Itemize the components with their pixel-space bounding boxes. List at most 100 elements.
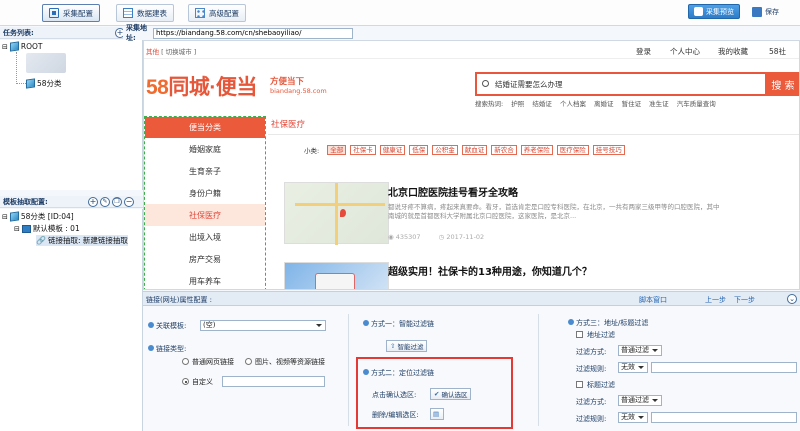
hot-word[interactable]: 暂住证 (622, 100, 642, 108)
task-tree: ⊟ ROOT 58分类 (0, 40, 143, 190)
assoc-template-select[interactable]: (空) (200, 320, 326, 331)
prev-step-link[interactable]: 上一步 (705, 295, 726, 305)
collapse-icon[interactable]: ⊟ (14, 225, 20, 233)
category-item[interactable]: 用车养车 (145, 270, 265, 289)
collapse-panel-icon[interactable]: ⌄ (787, 294, 797, 304)
tree-node-default-template[interactable]: ⊟ 默认模板 : 01 (14, 223, 80, 234)
tag-item[interactable]: 医疗保险 (556, 145, 589, 155)
smart-filter-button[interactable]: ⇧ 智能过滤 (386, 340, 428, 352)
save-button[interactable]: 保存 (752, 4, 779, 19)
bullet-icon (148, 322, 154, 328)
tree-node-58-category[interactable]: 58分类 (26, 78, 62, 89)
radio-normal-link[interactable] (182, 358, 189, 365)
radio-custom-link[interactable] (182, 378, 189, 385)
tree-node-root[interactable]: ⊟ ROOT (2, 41, 42, 52)
tree-node-category[interactable]: ⊟ 58分类 [ID:04] (2, 211, 74, 222)
article-card[interactable]: 北京口腔医院挂号看牙全攻略 都说牙疼不算病，疼起来真要命。看牙，首选肯定是口腔专… (284, 182, 794, 252)
hot-word[interactable]: 离婚证 (594, 100, 614, 108)
custom-link-input[interactable] (222, 376, 325, 387)
divider (538, 314, 539, 426)
divider (348, 314, 349, 426)
title-filter-rule-input[interactable] (651, 412, 797, 423)
data-table-button[interactable]: 数据建表 (116, 4, 174, 22)
addr-filter-checkbox[interactable] (576, 331, 583, 338)
script-window-link[interactable]: 脚本窗口 (639, 295, 667, 305)
title-filter-checkbox[interactable] (576, 381, 583, 388)
save-icon (752, 6, 762, 17)
addr-filter-method-select[interactable]: 普通过滤 (618, 345, 662, 356)
category-item[interactable]: 身份户籍 (145, 182, 265, 204)
tag-item[interactable]: 低保 (409, 145, 429, 155)
tag-item[interactable]: 挂号技巧 (592, 145, 625, 155)
subcategory-tags: 小类: 全部 社保卡 健康证 低保 公积金 献血证 新农合 养老保险 医疗保险 … (304, 145, 625, 155)
nav-favorites[interactable]: 我的收藏 (718, 46, 748, 57)
hot-word[interactable]: 个人档案 (560, 100, 586, 108)
map-road (335, 183, 338, 245)
collapse-icon[interactable]: ⊟ (2, 213, 8, 221)
hot-word[interactable]: 汽车质量查询 (677, 100, 716, 108)
remove-template-button[interactable]: − (124, 197, 134, 207)
radio-resource-link[interactable] (245, 358, 252, 365)
collapse-icon[interactable]: ⊟ (2, 43, 8, 51)
tag-item[interactable]: 健康证 (379, 145, 406, 155)
hot-word[interactable]: 准生证 (649, 100, 669, 108)
hot-word[interactable]: 结婚证 (532, 100, 552, 108)
article-meta: ◉ 435307 ◷ 2017-11-02 (388, 233, 485, 241)
tag-item[interactable]: 社保卡 (350, 145, 376, 155)
delete-edit-label: 删除/编辑选区: (372, 411, 419, 419)
advanced-config-button[interactable]: 高级配置 (188, 4, 246, 22)
category-item[interactable]: 房产交易 (145, 248, 265, 270)
link-property-header: 链接(网址)属性配置 : 脚本窗口 上一步 下一步 ⌄ (143, 292, 800, 306)
article-title[interactable]: 北京口腔医院挂号看牙全攻略 (388, 184, 518, 199)
next-step-link[interactable]: 下一步 (734, 295, 755, 305)
edit-selection-button[interactable]: ▤ (430, 408, 444, 420)
category-item-selected[interactable]: 社保医疗 (145, 204, 265, 226)
browser-view[interactable]: 其他 [ 切换城市 ] 登录 个人中心 我的收藏 58社 58同城·便当 方便当… (143, 40, 800, 290)
site-search-button[interactable]: 搜 索 (765, 72, 799, 96)
nav-58-community[interactable]: 58社 (769, 46, 786, 57)
article-card[interactable]: 超级实用！社保卡的13种用途，你知道几个？ (284, 262, 794, 289)
title-filter-method-select[interactable]: 普通过滤 (618, 395, 662, 406)
map-thumbnail (284, 182, 389, 245)
article-title[interactable]: 超级实用！社保卡的13种用途，你知道几个？ (388, 263, 592, 278)
copy-template-button[interactable]: ❐ (112, 197, 122, 207)
nav-login[interactable]: 登录 (636, 46, 651, 57)
category-sidebar: 便当分类 婚姻家庭 生育亲子 身份户籍 社保医疗 出境入境 房产交易 用车养车 (144, 116, 266, 289)
hot-word[interactable]: 护照 (511, 100, 524, 108)
city-selector[interactable]: 其他 [ 切换城市 ] (146, 46, 196, 56)
edit-template-button[interactable]: ✎ (100, 197, 110, 207)
slogan-url: biandang.58.com (270, 87, 327, 95)
tree-line (16, 83, 26, 84)
category-item[interactable]: 生育亲子 (145, 160, 265, 182)
radio-label: 普通网页链接 (192, 358, 234, 366)
checkbox-label: 标题过滤 (587, 381, 615, 389)
url-input[interactable] (153, 27, 353, 39)
eye-icon: ◉ (388, 233, 394, 241)
category-item[interactable]: 出境入境 (145, 226, 265, 248)
add-template-button[interactable]: + (88, 197, 98, 207)
addr-filter-rule-input[interactable] (651, 362, 797, 373)
site-logo[interactable]: 58同城·便当 (146, 71, 257, 101)
tag-item[interactable]: 公积金 (432, 145, 458, 155)
tag-item[interactable]: 养老保险 (520, 145, 553, 155)
section-title: 社保医疗 (271, 120, 306, 130)
tag-item[interactable]: 新农合 (491, 145, 517, 155)
filter-rule-label: 过滤规则: (576, 415, 607, 423)
check-icon: ✔ (434, 390, 440, 398)
confirm-selection-button[interactable]: ✔ 确认选区 (430, 388, 472, 400)
collect-preview-button[interactable]: 采集预览 (688, 4, 740, 19)
collect-config-button[interactable]: 采集配置 (42, 4, 100, 22)
map-road (295, 203, 385, 206)
tag-item[interactable]: 献血证 (461, 145, 488, 155)
table-icon (123, 8, 133, 18)
tree-node-link-extract[interactable]: 🔗 链接抽取: 新建链接抽取 (36, 235, 128, 246)
category-item[interactable]: 婚姻家庭 (145, 138, 265, 160)
addr-filter-rule-select[interactable]: 无效 (618, 362, 648, 373)
tree-line (16, 52, 17, 84)
nav-personal-center[interactable]: 个人中心 (670, 46, 700, 57)
tag-item[interactable]: 全部 (327, 145, 347, 155)
click-confirm-label: 点击确认选区: (372, 391, 417, 399)
site-search-input[interactable]: 结婚证需要怎么办理 (475, 72, 767, 96)
link-icon: 🔗 (36, 236, 46, 245)
title-filter-rule-select[interactable]: 无效 (618, 412, 648, 423)
